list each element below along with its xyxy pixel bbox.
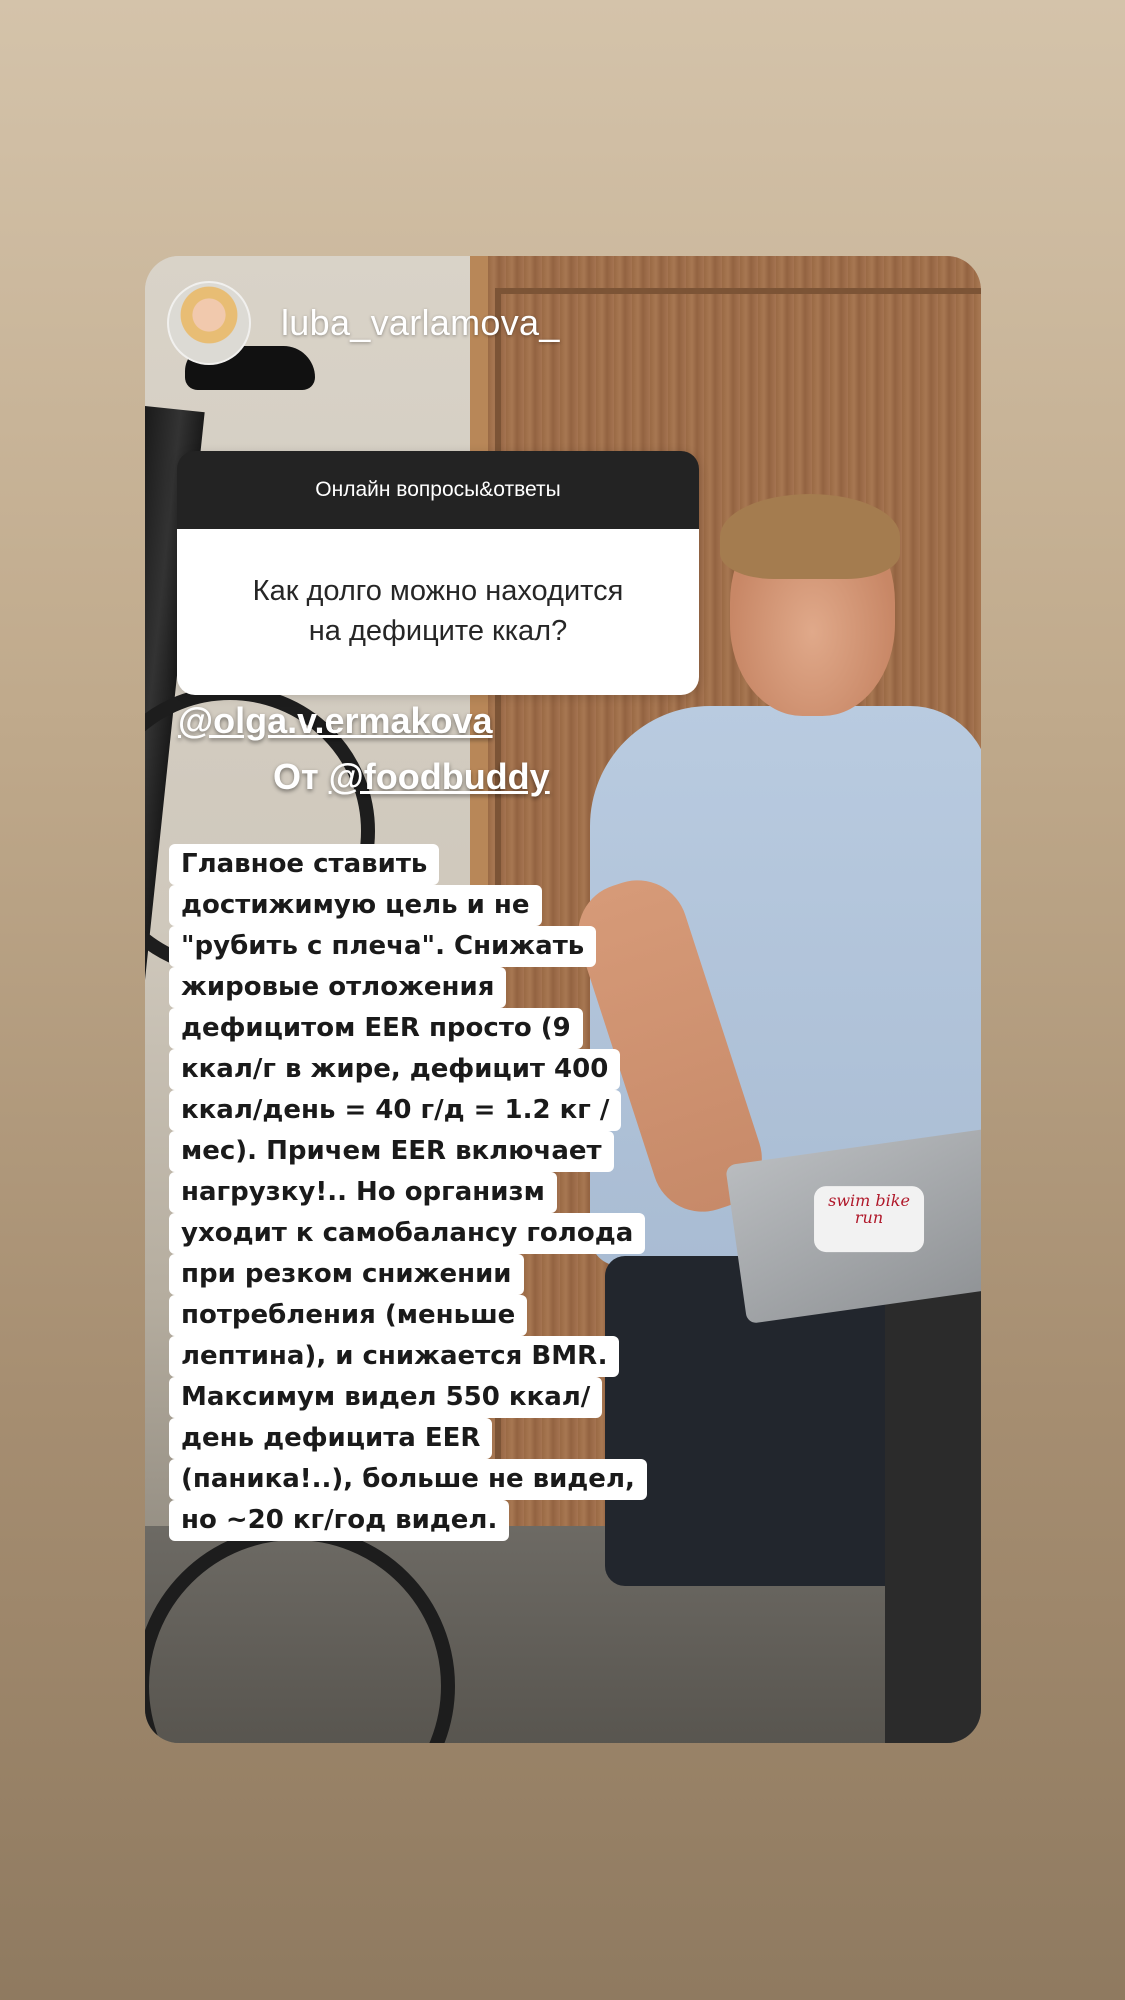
answer-line: Максимум видел 550 ккал/ [169, 1377, 603, 1418]
answer-line: нагрузку!.. Но организм [169, 1172, 557, 1213]
answer-line: лептина), и снижается BMR. [169, 1336, 620, 1377]
answer-line: уходит к самобалансу голода [169, 1213, 646, 1254]
answer-line: (паника!..), больше не видел, [169, 1459, 647, 1500]
username[interactable]: luba_varlamova_ [281, 302, 560, 344]
answer-line: при резком снижении [169, 1254, 524, 1295]
question-line: Как долго можно находится [252, 575, 624, 607]
person-hair [720, 494, 900, 579]
mention-link[interactable]: @foodbuddy [329, 756, 550, 797]
answer-line: Главное ставить [169, 844, 440, 885]
answer-line: ккал/г в жире, дефицит 400 [169, 1049, 621, 1090]
story-header: luba_varlamova_ [167, 278, 560, 368]
answer-line: день дефицита EER [169, 1418, 493, 1459]
question-sticker[interactable]: Онлайн вопросы&ответы Как долго можно на… [177, 451, 699, 695]
answer-text: Главное ставить достижимую цель и не "ру… [169, 844, 689, 1541]
table [885, 1286, 981, 1743]
answer-line: ккал/день = 40 г/д = 1.2 кг / [169, 1090, 622, 1131]
question-line: на дефиците ккал? [308, 615, 568, 647]
laptop-sticker: swim bike run [814, 1186, 925, 1253]
sticker-text: swim bike run [828, 1191, 910, 1228]
mention-link[interactable]: @olga.v.ermakova [178, 700, 493, 741]
mention-prefix: От [273, 756, 329, 797]
answer-line: "рубить с плеча". Снижать [169, 926, 597, 967]
mention-foodbuddy[interactable]: От @foodbuddy [273, 756, 550, 798]
story-card[interactable]: swim bike run luba_varlamova_ Онлайн воп… [145, 256, 981, 1743]
answer-line: жировые отложения [169, 967, 507, 1008]
answer-line: но ~20 кг/год видел. [169, 1500, 510, 1541]
mention-olga[interactable]: @olga.v.ermakova [178, 700, 493, 742]
question-sticker-header: Онлайн вопросы&ответы [177, 451, 699, 529]
answer-line: потребления (меньше [169, 1295, 528, 1336]
question-text: Как долго можно находится на дефиците кк… [177, 529, 699, 695]
answer-line: дефицитом EER просто (9 [169, 1008, 583, 1049]
avatar[interactable] [167, 281, 251, 365]
answer-line: мес). Причем EER включает [169, 1131, 614, 1172]
answer-line: достижимую цель и не [169, 885, 542, 926]
